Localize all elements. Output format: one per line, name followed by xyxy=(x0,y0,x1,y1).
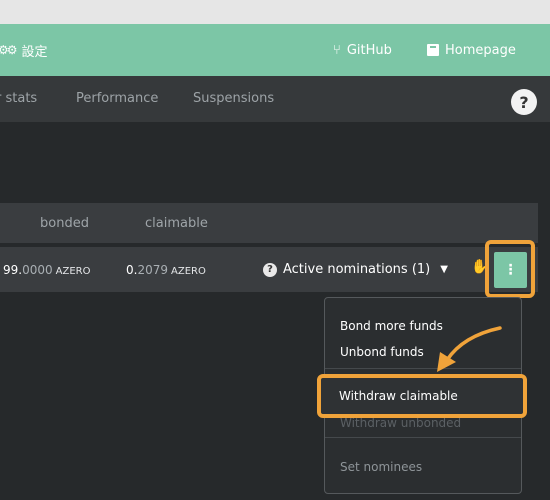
table-row: 99.0000 AZERO 0.2079 AZERO ? Active nomina… xyxy=(0,247,538,292)
claimable-amount: 0.2079 AZERO xyxy=(126,263,206,277)
table-header: bonded claimable xyxy=(0,203,538,243)
info-icon: ? xyxy=(263,262,277,277)
tab-performance[interactable]: Performance xyxy=(76,91,158,106)
nominations-label: Active nominations (1) xyxy=(283,262,431,277)
claimable-int: 0. xyxy=(126,263,138,277)
homepage-label: Homepage xyxy=(445,42,516,58)
browser-strip xyxy=(0,0,550,24)
app-root: ⚙⚙ 設定 ⑂ GitHub Homepage r stats Performa… xyxy=(0,0,550,500)
menu-divider xyxy=(325,437,521,438)
claimable-decimals: 2079 xyxy=(137,263,168,277)
homepage-link[interactable]: Homepage xyxy=(427,40,516,60)
kebab-icon: ⋮ xyxy=(503,262,518,278)
settings-label: 設定 xyxy=(21,44,48,60)
chevron-down-icon: ▼ xyxy=(440,264,448,275)
gear-icon: ⚙⚙ xyxy=(0,43,17,57)
kebab-menu-button[interactable]: ⋮ xyxy=(494,252,527,288)
menu-item-unbond[interactable]: Unbond funds xyxy=(340,345,424,359)
menu-divider xyxy=(325,368,521,369)
github-label: GitHub xyxy=(346,42,392,58)
claimable-unit: AZERO xyxy=(171,266,206,277)
bonded-unit: AZERO xyxy=(55,266,91,277)
nominations-dropdown[interactable]: ? Active nominations (1) ▼ xyxy=(263,262,448,277)
bonded-amount: 99.0000 AZERO xyxy=(3,263,90,277)
bonded-decimals: 0000 xyxy=(22,263,53,277)
menu-item-withdraw-claimable[interactable]: Withdraw claimable xyxy=(339,389,458,403)
tab-suspensions[interactable]: Suspensions xyxy=(193,91,274,106)
tab-stats[interactable]: r stats xyxy=(0,91,37,106)
header-bar: ⚙⚙ 設定 ⑂ GitHub Homepage xyxy=(0,24,550,76)
branch-icon: ⑂ xyxy=(333,42,341,58)
settings-link[interactable]: ⚙⚙ 設定 xyxy=(0,40,48,60)
tab-bar: r stats Performance Suspensions xyxy=(0,76,550,122)
book-icon xyxy=(427,44,439,56)
column-header-claimable: claimable xyxy=(145,216,208,231)
question-icon[interactable]: ? xyxy=(511,89,537,115)
column-header-bonded: bonded xyxy=(40,216,89,231)
github-link[interactable]: ⑂ GitHub xyxy=(333,40,392,60)
bonded-int: 99. xyxy=(3,263,23,277)
menu-item-set-nominees[interactable]: Set nominees xyxy=(340,460,422,474)
menu-item-withdraw-unbonded: Withdraw unbonded xyxy=(340,416,462,430)
menu-item-bond-more[interactable]: Bond more funds xyxy=(340,319,443,333)
